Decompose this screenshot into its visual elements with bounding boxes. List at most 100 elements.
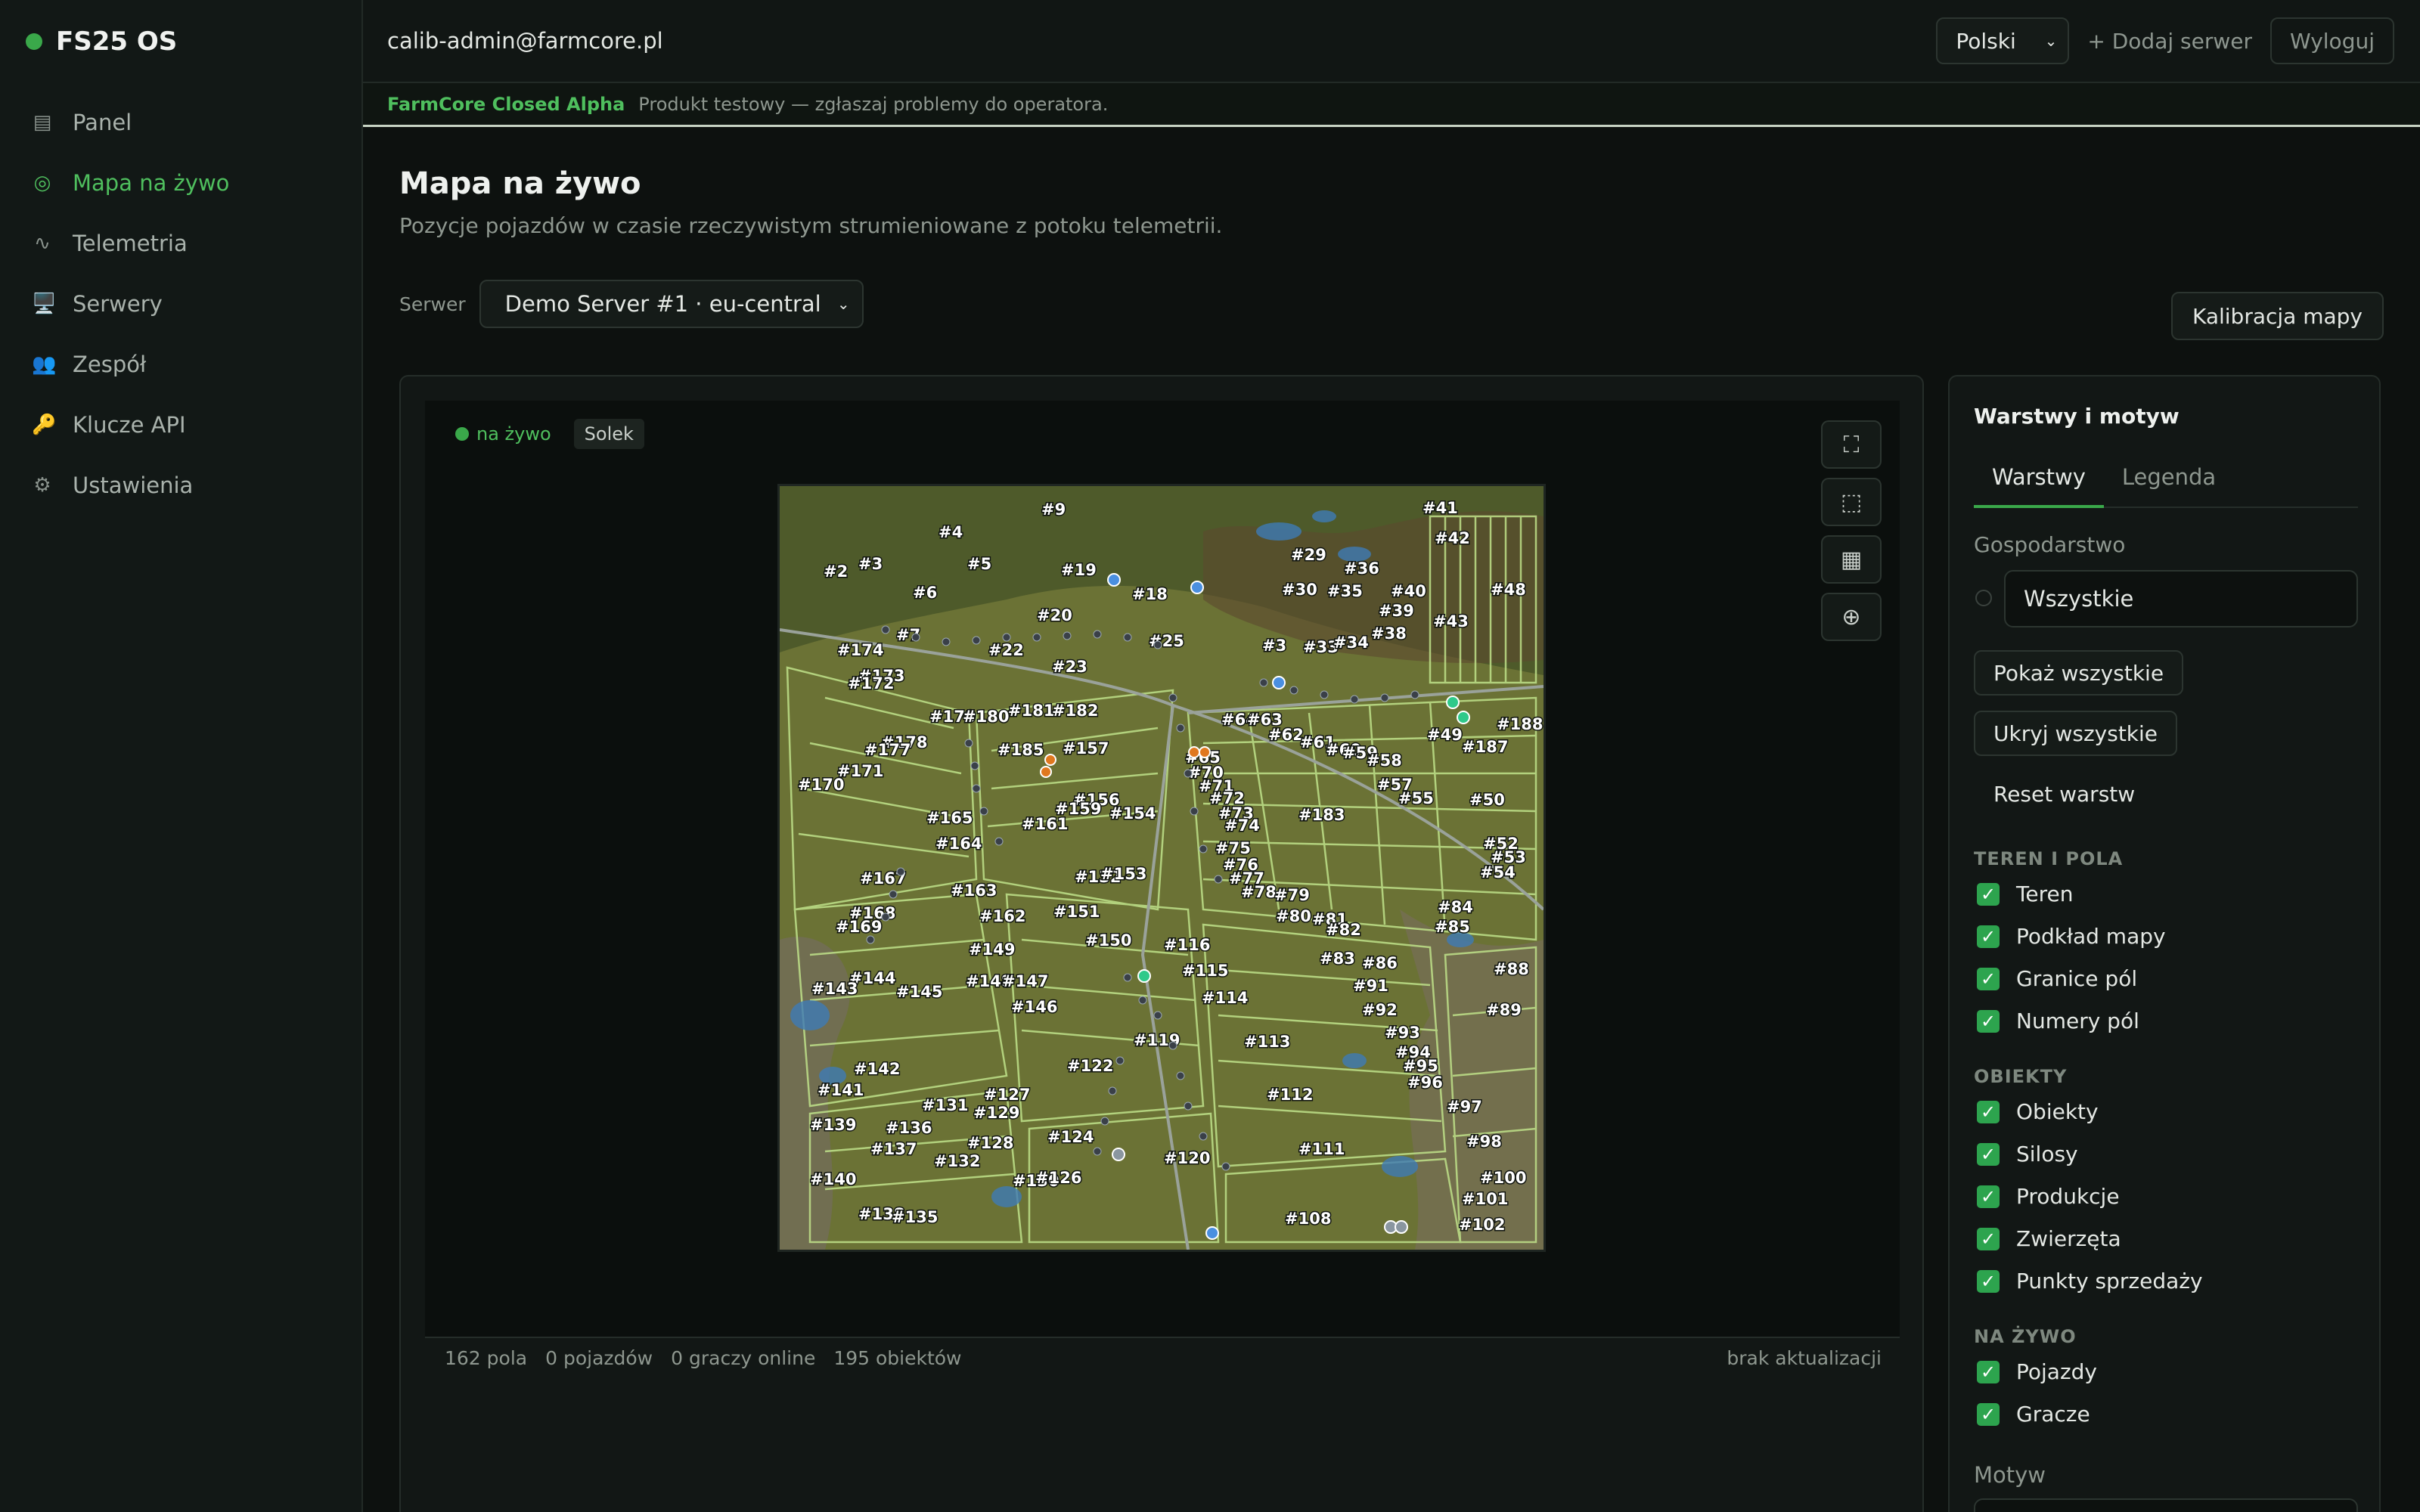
vehicle-marker[interactable] bbox=[1190, 581, 1204, 594]
field-number-label[interactable]: #170 bbox=[797, 775, 845, 795]
field-number-label[interactable]: #145 bbox=[895, 982, 944, 1002]
field-number-label[interactable]: #181 bbox=[1007, 701, 1056, 721]
production-marker[interactable] bbox=[1188, 746, 1200, 758]
sellpoint-marker[interactable] bbox=[1457, 711, 1470, 724]
field-number-label[interactable]: #126 bbox=[1035, 1168, 1083, 1188]
field-number-label[interactable]: #151 bbox=[1053, 902, 1101, 922]
field-number-label[interactable]: #89 bbox=[1485, 1000, 1523, 1021]
field-number-label[interactable]: #102 bbox=[1458, 1215, 1506, 1235]
farm-map[interactable]: #9 #4 #41 #42 #29 #36 #2 #3 #5 #19 #6 #18 #30 #35 #40 #… bbox=[777, 484, 1546, 1252]
layer-toggle-field-numbers[interactable]: ✓ Numery pól bbox=[1977, 1009, 2139, 1033]
farm-radio[interactable] bbox=[1975, 590, 1992, 606]
field-number-label[interactable]: #5 bbox=[966, 554, 993, 575]
field-number-label[interactable]: #174 bbox=[836, 640, 885, 661]
sidebar-item-api-keys[interactable]: 🔑 Klucze API bbox=[0, 395, 361, 455]
field-number-label[interactable]: #172 bbox=[847, 674, 895, 694]
field-number-label[interactable]: #85 bbox=[1434, 917, 1472, 937]
field-number-label[interactable]: #19 bbox=[1060, 560, 1098, 581]
field-number-label[interactable]: #34 bbox=[1333, 633, 1370, 653]
field-number-label[interactable]: #82 bbox=[1325, 920, 1363, 940]
field-number-label[interactable]: #98 bbox=[1466, 1132, 1503, 1152]
field-number-label[interactable]: #42 bbox=[1434, 528, 1472, 549]
field-number-label[interactable]: #127 bbox=[983, 1085, 1032, 1105]
field-number-label[interactable]: #108 bbox=[1284, 1209, 1333, 1229]
field-number-label[interactable]: #187 bbox=[1461, 737, 1509, 758]
layer-toggle-players[interactable]: ✓ Gracze bbox=[1977, 1402, 2090, 1427]
fit-view-button[interactable]: ⬚ bbox=[1821, 478, 1882, 526]
field-number-label[interactable]: #83 bbox=[1319, 949, 1357, 969]
field-number-label[interactable]: #161 bbox=[1021, 814, 1069, 835]
locate-button[interactable]: ⊕ bbox=[1821, 593, 1882, 641]
layer-toggle-productions[interactable]: ✓ Produkcje bbox=[1977, 1184, 2120, 1209]
field-number-label[interactable]: #142 bbox=[853, 1059, 901, 1080]
field-number-label[interactable]: #169 bbox=[835, 917, 883, 937]
field-number-label[interactable]: #22 bbox=[988, 640, 1025, 661]
field-number-label[interactable]: #74 bbox=[1224, 816, 1261, 836]
field-number-label[interactable]: #96 bbox=[1407, 1073, 1444, 1093]
field-number-label[interactable]: #140 bbox=[809, 1170, 858, 1190]
layer-toggle-animals[interactable]: ✓ Zwierzęta bbox=[1977, 1226, 2121, 1251]
field-number-label[interactable]: #139 bbox=[809, 1115, 858, 1136]
field-number-label[interactable]: #112 bbox=[1266, 1085, 1314, 1105]
layer-toggle-field-borders[interactable]: ✓ Granice pól bbox=[1977, 966, 2137, 991]
field-number-label[interactable]: #58 bbox=[1366, 751, 1404, 771]
field-number-label[interactable]: #9 bbox=[1041, 500, 1067, 520]
field-number-label[interactable]: #93 bbox=[1384, 1023, 1422, 1043]
field-number-label[interactable]: #78 bbox=[1240, 882, 1278, 903]
field-number-label[interactable]: #137 bbox=[870, 1139, 918, 1160]
field-number-label[interactable]: #92 bbox=[1361, 1000, 1399, 1021]
layer-toggle-sellpoints[interactable]: ✓ Punkty sprzedaży bbox=[1977, 1269, 2203, 1294]
layer-toggle-silos[interactable]: ✓ Silosy bbox=[1977, 1142, 2078, 1167]
field-number-label[interactable]: #124 bbox=[1047, 1127, 1095, 1148]
field-number-label[interactable]: #54 bbox=[1479, 863, 1517, 883]
field-number-label[interactable]: #23 bbox=[1051, 657, 1089, 677]
vehicle-marker[interactable] bbox=[1107, 573, 1121, 587]
field-number-label[interactable]: #114 bbox=[1201, 988, 1249, 1009]
field-number-label[interactable]: #86 bbox=[1361, 953, 1399, 974]
field-number-label[interactable]: #25 bbox=[1148, 631, 1186, 652]
vehicle-marker[interactable] bbox=[1272, 676, 1286, 689]
field-number-label[interactable]: #150 bbox=[1084, 931, 1133, 951]
sidebar-item-telemetry[interactable]: ∿ Telemetria bbox=[0, 213, 361, 274]
field-number-label[interactable]: #48 bbox=[1490, 580, 1528, 600]
field-number-label[interactable]: #88 bbox=[1493, 959, 1531, 980]
field-number-label[interactable]: #128 bbox=[966, 1133, 1015, 1154]
field-number-label[interactable]: #3 bbox=[1261, 636, 1288, 656]
field-number-label[interactable]: #41 bbox=[1422, 498, 1460, 519]
field-number-label[interactable]: #143 bbox=[811, 979, 859, 999]
field-number-label[interactable]: #113 bbox=[1243, 1032, 1292, 1052]
logout-button[interactable]: Wyloguj bbox=[2270, 17, 2394, 64]
fullscreen-button[interactable]: ⛶ bbox=[1821, 420, 1882, 469]
sidebar-item-team[interactable]: 👥 Zespół bbox=[0, 334, 361, 395]
field-number-label[interactable]: #55 bbox=[1398, 789, 1435, 809]
add-server-button[interactable]: + Dodaj serwer bbox=[2087, 29, 2252, 54]
field-number-label[interactable]: #91 bbox=[1352, 976, 1390, 996]
field-number-label[interactable]: #29 bbox=[1290, 545, 1328, 565]
server-select[interactable]: Demo Server #1 · eu-central ⌄ bbox=[479, 280, 864, 328]
field-number-label[interactable]: #40 bbox=[1390, 581, 1428, 602]
field-number-label[interactable]: #136 bbox=[885, 1118, 933, 1139]
field-number-label[interactable]: #6 bbox=[912, 583, 939, 603]
reset-layers-button[interactable]: Reset warstw bbox=[1974, 771, 2155, 816]
field-number-label[interactable]: #2 bbox=[823, 562, 849, 582]
production-marker[interactable] bbox=[1199, 746, 1211, 758]
field-number-label[interactable]: #62 bbox=[1267, 725, 1305, 745]
sidebar-item-live-map[interactable]: ◎ Mapa na żywo bbox=[0, 153, 361, 213]
field-number-label[interactable]: #135 bbox=[891, 1207, 939, 1228]
field-number-label[interactable]: #177 bbox=[864, 740, 912, 761]
theme-select[interactable] bbox=[1974, 1498, 2358, 1512]
field-number-label[interactable]: #111 bbox=[1298, 1139, 1346, 1160]
field-number-label[interactable]: #120 bbox=[1163, 1148, 1212, 1169]
field-number-label[interactable]: #115 bbox=[1181, 961, 1230, 981]
sidebar-item-settings[interactable]: ⚙ Ustawienia bbox=[0, 455, 361, 516]
field-number-label[interactable]: #163 bbox=[950, 881, 998, 901]
field-number-label[interactable]: #147 bbox=[1001, 971, 1050, 992]
field-number-label[interactable]: #162 bbox=[979, 906, 1027, 927]
field-number-label[interactable]: #95 bbox=[1402, 1056, 1440, 1077]
tab-legend[interactable]: Legenda bbox=[2104, 455, 2234, 508]
field-number-label[interactable]: #79 bbox=[1274, 885, 1311, 906]
field-number-label[interactable]: #183 bbox=[1298, 805, 1346, 826]
field-number-label[interactable]: #116 bbox=[1163, 935, 1212, 956]
layer-toggle-objects[interactable]: ✓ Obiekty bbox=[1977, 1099, 2099, 1124]
field-number-label[interactable]: #188 bbox=[1496, 714, 1544, 735]
